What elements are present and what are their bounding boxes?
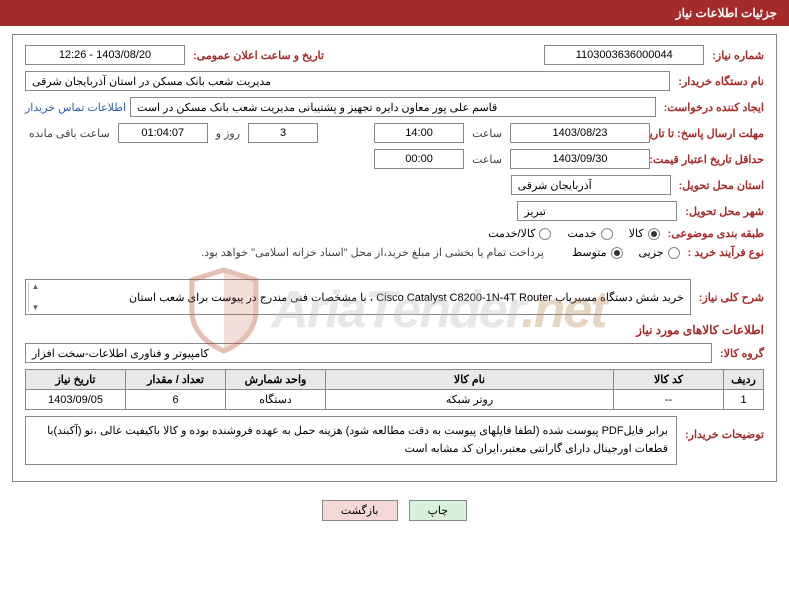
radio-minor[interactable]: جزیی <box>639 246 680 259</box>
page-header: جزئیات اطلاعات نیاز <box>0 0 789 26</box>
buyer-notes-label: توضیحات خریدار: <box>681 416 764 441</box>
radio-icon <box>668 247 680 259</box>
time-remain-suffix: ساعت باقی مانده <box>25 127 114 140</box>
validity-time: 00:00 <box>374 149 464 169</box>
stepper-arrows-icon[interactable]: ▲▼ <box>28 282 42 312</box>
page-title: جزئیات اطلاعات نیاز <box>676 6 777 20</box>
requester-value: قاسم علی پور معاون دایره تجهیز و پشتیبان… <box>130 97 656 117</box>
delivery-province-value: آذربایجان شرقی <box>511 175 671 195</box>
print-button[interactable]: چاپ <box>409 500 468 521</box>
days-and-label: روز و <box>212 127 244 140</box>
cell-code: -- <box>614 390 724 410</box>
summary-text: خرید شش دستگاه مسیریاب Cisco Catalyst C8… <box>32 291 684 304</box>
announce-value: 1403/08/20 - 12:26 <box>25 45 185 65</box>
announce-label: تاریخ و ساعت اعلان عمومی: <box>189 49 324 62</box>
radio-goods[interactable]: کالا <box>629 227 660 240</box>
button-row: چاپ بازگشت <box>0 490 789 531</box>
time-remain: 01:04:07 <box>118 123 208 143</box>
days-remain: 3 <box>248 123 318 143</box>
payment-note: پرداخت تمام یا بخشی از مبلغ خرید،از محل … <box>201 246 544 259</box>
summary-label: شرح کلی نیاز: <box>695 291 764 304</box>
items-table: ردیف کد کالا نام کالا واحد شمارش تعداد /… <box>25 369 764 410</box>
th-date: تاریخ نیاز <box>26 370 126 390</box>
purchase-type-radio-group: جزیی متوسط <box>572 246 680 259</box>
time-label-1: ساعت <box>468 127 506 140</box>
radio-service[interactable]: خدمت <box>567 227 612 240</box>
radio-icon <box>539 228 551 240</box>
deadline-send-date: 1403/08/23 <box>510 123 650 143</box>
cell-unit: دستگاه <box>226 390 326 410</box>
back-button[interactable]: بازگشت <box>322 500 398 521</box>
validity-label: حداقل تاریخ اعتبار قیمت: تا تاریخ: <box>654 153 764 166</box>
radio-icon <box>611 247 623 259</box>
delivery-city-value: تبریز <box>517 201 677 221</box>
summary-box[interactable]: خرید شش دستگاه مسیریاب Cisco Catalyst C8… <box>25 279 691 315</box>
radio-medium[interactable]: متوسط <box>572 246 623 259</box>
category-radio-group: کالا خدمت کالا/خدمت <box>488 227 659 240</box>
cell-qty: 6 <box>126 390 226 410</box>
requester-label: ایجاد کننده درخواست: <box>660 101 764 114</box>
radio-icon <box>601 228 613 240</box>
th-name: نام کالا <box>326 370 614 390</box>
buyer-notes-text: برابر فایلPDF پیوست شده (لطفا فایلهای پی… <box>47 425 668 455</box>
need-no-value: 1103003636000044 <box>544 45 704 65</box>
cell-name: روتر شبکه <box>326 390 614 410</box>
purchase-type-label: نوع فرآیند خرید : <box>684 246 764 259</box>
th-row: ردیف <box>724 370 764 390</box>
buyer-contact-link[interactable]: اطلاعات تماس خریدار <box>25 101 126 114</box>
validity-date: 1403/09/30 <box>510 149 650 169</box>
delivery-city-label: شهر محل تحویل: <box>681 205 764 218</box>
need-no-label: شماره نیاز: <box>708 49 764 62</box>
deadline-send-time: 14:00 <box>374 123 464 143</box>
time-label-2: ساعت <box>468 153 506 166</box>
table-header-row: ردیف کد کالا نام کالا واحد شمارش تعداد /… <box>26 370 764 390</box>
radio-both[interactable]: کالا/خدمت <box>488 227 551 240</box>
th-qty: تعداد / مقدار <box>126 370 226 390</box>
details-panel: AriaTender.net شماره نیاز: 1103003636000… <box>12 34 777 482</box>
goods-group-value: کامپیوتر و فناوری اطلاعات-سخت افزار <box>25 343 712 363</box>
buyer-org-label: نام دستگاه خریدار: <box>674 75 764 88</box>
table-row: 1 -- روتر شبکه دستگاه 6 1403/09/05 <box>26 390 764 410</box>
th-unit: واحد شمارش <box>226 370 326 390</box>
cell-date: 1403/09/05 <box>26 390 126 410</box>
radio-icon <box>648 228 660 240</box>
th-code: کد کالا <box>614 370 724 390</box>
deadline-send-label: مهلت ارسال پاسخ: تا تاریخ: <box>654 127 764 140</box>
buyer-notes-box: برابر فایلPDF پیوست شده (لطفا فایلهای پی… <box>25 416 677 465</box>
category-label: طبقه بندی موضوعی: <box>664 227 764 240</box>
items-section-title: اطلاعات کالاهای مورد نیاز <box>25 323 764 337</box>
goods-group-label: گروه کالا: <box>716 347 764 360</box>
delivery-province-label: استان محل تحویل: <box>675 179 764 192</box>
cell-row: 1 <box>724 390 764 410</box>
buyer-org-value: مدیریت شعب بانک مسکن در استان آذربایجان … <box>25 71 670 91</box>
